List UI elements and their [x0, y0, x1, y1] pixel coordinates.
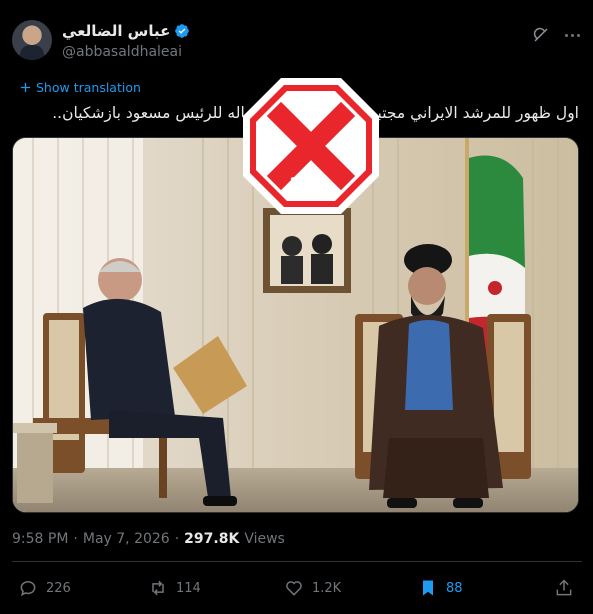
- repost-count: 114: [176, 580, 201, 596]
- tweet-time[interactable]: 9:58 PM: [12, 531, 68, 547]
- tweet-header: عباس الضالعي @abbasaldhaleai: [12, 18, 582, 66]
- share-icon: [556, 579, 572, 596]
- meta-separator-2: ·: [174, 531, 180, 547]
- reply-icon: [20, 581, 36, 597]
- like-button[interactable]: 1.2K: [284, 578, 341, 598]
- show-translation-link[interactable]: Show translation: [20, 80, 141, 95]
- tweet-meta: 9:58 PM · May 7, 2026 · 297.8K Views: [12, 531, 285, 547]
- heart-icon: [286, 581, 302, 596]
- tweet-actions-bar: 226 114 1.2K 88: [18, 578, 576, 602]
- bookmark-icon: [423, 580, 433, 596]
- verified-badge-icon: [175, 24, 190, 38]
- repost-button[interactable]: 114: [148, 578, 201, 598]
- tweet-date[interactable]: May 7, 2026: [83, 531, 170, 547]
- meta-separator: ·: [73, 531, 78, 547]
- author-handle[interactable]: @abbasaldhaleai: [62, 44, 182, 60]
- avatar[interactable]: [12, 20, 52, 60]
- author-name-row: عباس الضالعي: [62, 22, 190, 40]
- like-count: 1.2K: [312, 580, 342, 596]
- more-options-icon[interactable]: [562, 26, 582, 44]
- false-factcheck-stamp-icon: #النهار_تتحقق خطأ: [243, 78, 379, 214]
- stamp-verdict-text: خطأ: [289, 176, 332, 203]
- repost-icon: [152, 580, 164, 596]
- translation-icon: [20, 82, 31, 93]
- reply-button[interactable]: 226: [18, 578, 71, 598]
- grok-icon[interactable]: [532, 26, 550, 44]
- bookmark-button[interactable]: 88: [418, 578, 463, 598]
- stamp-top-text: #النهار_تتحقق: [287, 93, 335, 102]
- views-count: 297.8K: [184, 531, 240, 547]
- views-label: Views: [244, 531, 285, 547]
- author-display-name[interactable]: عباس الضالعي: [62, 22, 170, 40]
- bookmark-count: 88: [446, 580, 463, 596]
- show-translation-label: Show translation: [36, 80, 141, 95]
- share-button[interactable]: [554, 578, 574, 598]
- reply-count: 226: [46, 580, 71, 596]
- actions-divider: [12, 561, 582, 562]
